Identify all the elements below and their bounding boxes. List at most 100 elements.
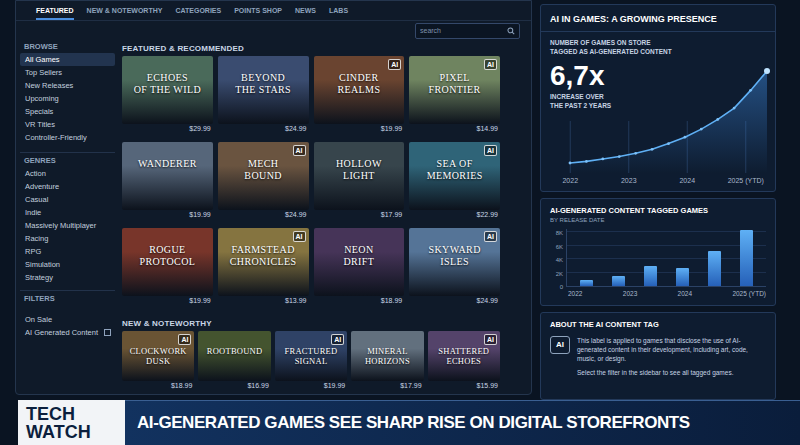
game-card[interactable]: SHATTEREDECHOESAI$15.99 xyxy=(428,331,500,391)
game-cover[interactable]: SEA OFMEMORIESAI xyxy=(409,142,500,210)
game-title: CLOCKWORK xyxy=(130,346,187,356)
sidebar-item[interactable]: Adventure xyxy=(20,180,115,193)
filter-label[interactable]: On Sale xyxy=(25,313,52,326)
game-title: MINERAL xyxy=(367,346,408,356)
game-card[interactable]: ECHOESOF THE WILD$29.99 xyxy=(122,56,213,134)
game-price: $19.99 xyxy=(122,210,213,220)
nav-tab[interactable]: FEATURED xyxy=(36,6,74,20)
sidebar-heading: GENRES xyxy=(20,155,115,167)
game-card[interactable]: MINERALHORIZONS$17.99 xyxy=(351,331,423,391)
axis-label: 2022 xyxy=(541,176,600,185)
game-cover[interactable]: ROOTBOUND xyxy=(198,331,270,381)
game-cover[interactable]: HOLLOWLIGHT xyxy=(314,142,405,210)
sidebar-item[interactable]: Indie xyxy=(20,206,115,219)
game-title: DUSK xyxy=(146,356,170,366)
game-card[interactable]: FRACTUREDSIGNALAI$19.99 xyxy=(275,331,347,391)
sidebar-item[interactable]: Strategy xyxy=(20,271,115,284)
filter-checkbox[interactable] xyxy=(104,329,111,336)
filter-row[interactable]: On Sale xyxy=(20,313,115,326)
game-card[interactable]: FARMSTEADCHRONICLESAI$13.99 xyxy=(218,228,309,306)
game-title: FRACTURED xyxy=(285,346,338,356)
game-cover[interactable]: MINERALHORIZONS xyxy=(351,331,423,381)
game-card[interactable]: NEONDRIFT$18.99 xyxy=(314,228,405,306)
game-title: ECHOES xyxy=(447,356,482,366)
game-price: $19.99 xyxy=(122,296,213,306)
axis-label: 2024 xyxy=(658,176,717,185)
game-cover[interactable]: ROGUEPROTOCOL xyxy=(122,228,213,296)
sidebar-item[interactable]: Racing xyxy=(20,232,115,245)
axis-label: 2022 xyxy=(568,290,582,298)
chart-point xyxy=(684,136,687,139)
game-card[interactable]: CINDERREALMSAI$19.99 xyxy=(314,56,405,134)
nav-tab[interactable]: NEW & NOTEWORTHY xyxy=(87,6,163,20)
chart-bar xyxy=(676,268,689,286)
game-cover[interactable]: PIXELFRONTIERAI xyxy=(409,56,500,124)
sidebar-item[interactable]: Casual xyxy=(20,193,115,206)
game-card[interactable]: ROGUEPROTOCOL$19.99 xyxy=(122,228,213,306)
game-cover[interactable]: BEYONDTHE STARS xyxy=(218,56,309,124)
chart-y-axis: 8K6K4K2K0 xyxy=(550,229,566,287)
chart-point xyxy=(716,118,719,121)
sidebar-item[interactable]: Specials xyxy=(20,105,115,118)
ai-badge-slot: AI xyxy=(293,231,306,242)
game-card[interactable]: ROOTBOUND$16.99 xyxy=(198,331,270,391)
game-title: HORIZONS xyxy=(365,356,410,366)
sidebar-item[interactable]: Simulation xyxy=(20,258,115,271)
filter-label[interactable]: AI Generated Content xyxy=(25,326,98,339)
game-title: SEA OF xyxy=(437,158,473,170)
filters-section: FILTERSOn SaleAI Generated Content xyxy=(20,290,115,339)
search-input[interactable] xyxy=(420,26,504,37)
axis-label: 2025 (YTD) xyxy=(717,176,776,185)
nav-tab[interactable]: CATEGORIES xyxy=(175,6,221,20)
bar-group xyxy=(567,229,766,286)
game-grid: ECHOESOF THE WILD$29.99BEYONDTHE STARS$2… xyxy=(122,56,500,306)
about-paragraph: Select the filter in the sidebar to see … xyxy=(577,368,766,377)
game-cover[interactable]: NEONDRIFT xyxy=(314,228,405,296)
game-price: $29.99 xyxy=(122,124,213,134)
game-cover[interactable]: MECHBOUNDAI xyxy=(218,142,309,210)
game-cover[interactable]: CLOCKWORKDUSKAI xyxy=(122,331,194,381)
game-card[interactable]: WANDERER$19.99 xyxy=(122,142,213,220)
ai-badge: AI xyxy=(293,231,306,242)
nav-tab[interactable]: POINTS SHOP xyxy=(234,6,282,20)
game-card[interactable]: SEA OFMEMORIESAI$22.99 xyxy=(409,142,500,220)
game-title: SHATTERED xyxy=(438,346,489,356)
nav-tab[interactable]: NEWS xyxy=(295,6,316,20)
nav-tab[interactable]: LABS xyxy=(329,6,348,20)
game-cover[interactable]: ECHOESOF THE WILD xyxy=(122,56,213,124)
game-card[interactable]: BEYONDTHE STARS$24.99 xyxy=(218,56,309,134)
game-title: SKYWARD xyxy=(429,244,481,256)
search-icon xyxy=(507,27,515,35)
news-banner: TECHWATCHAI-GENERATED GAMES SEE SHARP RI… xyxy=(0,400,800,445)
sidebar-item[interactable]: New Releases xyxy=(20,79,115,92)
game-cover[interactable]: SHATTEREDECHOESAI xyxy=(428,331,500,381)
sidebar-item[interactable]: Top Sellers xyxy=(20,66,115,79)
game-card[interactable]: PIXELFRONTIERAI$14.99 xyxy=(409,56,500,134)
sidebar-item[interactable]: Action xyxy=(20,167,115,180)
sidebar-section: GENRESActionAdventureCasualIndieMassivel… xyxy=(20,152,115,284)
game-title: HOLLOW xyxy=(336,158,382,170)
growth-caption: THE PAST 2 YEARS xyxy=(550,101,766,110)
game-cover[interactable]: CINDERREALMSAI xyxy=(314,56,405,124)
sidebar-item[interactable]: All Games xyxy=(20,53,115,66)
axis-label: 2023 xyxy=(623,290,637,298)
game-card[interactable]: HOLLOWLIGHT$17.99 xyxy=(314,142,405,220)
game-card[interactable]: CLOCKWORKDUSKAI$18.99 xyxy=(122,331,194,391)
sidebar-section: BROWSEAll GamesTop SellersNew ReleasesUp… xyxy=(20,41,115,144)
filter-row[interactable]: AI Generated Content xyxy=(20,326,115,339)
sidebar-item[interactable]: Massively Multiplayer xyxy=(20,219,115,232)
sidebar-item[interactable]: Controller-Friendly xyxy=(20,131,115,144)
game-cover[interactable]: SKYWARDISLESAI xyxy=(409,228,500,296)
search-field[interactable] xyxy=(415,23,520,39)
game-price: $18.99 xyxy=(314,296,405,306)
growth-card: AI IN GAMES: A GROWING PRESENCENUMBER OF… xyxy=(540,4,776,192)
game-title: FARMSTEAD xyxy=(231,244,294,256)
game-cover[interactable]: WANDERER xyxy=(122,142,213,210)
sidebar-item[interactable]: VR Titles xyxy=(20,118,115,131)
game-card[interactable]: SKYWARDISLESAI$24.99 xyxy=(409,228,500,306)
game-card[interactable]: MECHBOUNDAI$24.99 xyxy=(218,142,309,220)
sidebar-item[interactable]: RPG xyxy=(20,245,115,258)
sidebar-item[interactable]: Upcoming xyxy=(20,92,115,105)
game-cover[interactable]: FARMSTEADCHRONICLESAI xyxy=(218,228,309,296)
game-cover[interactable]: FRACTUREDSIGNALAI xyxy=(275,331,347,381)
